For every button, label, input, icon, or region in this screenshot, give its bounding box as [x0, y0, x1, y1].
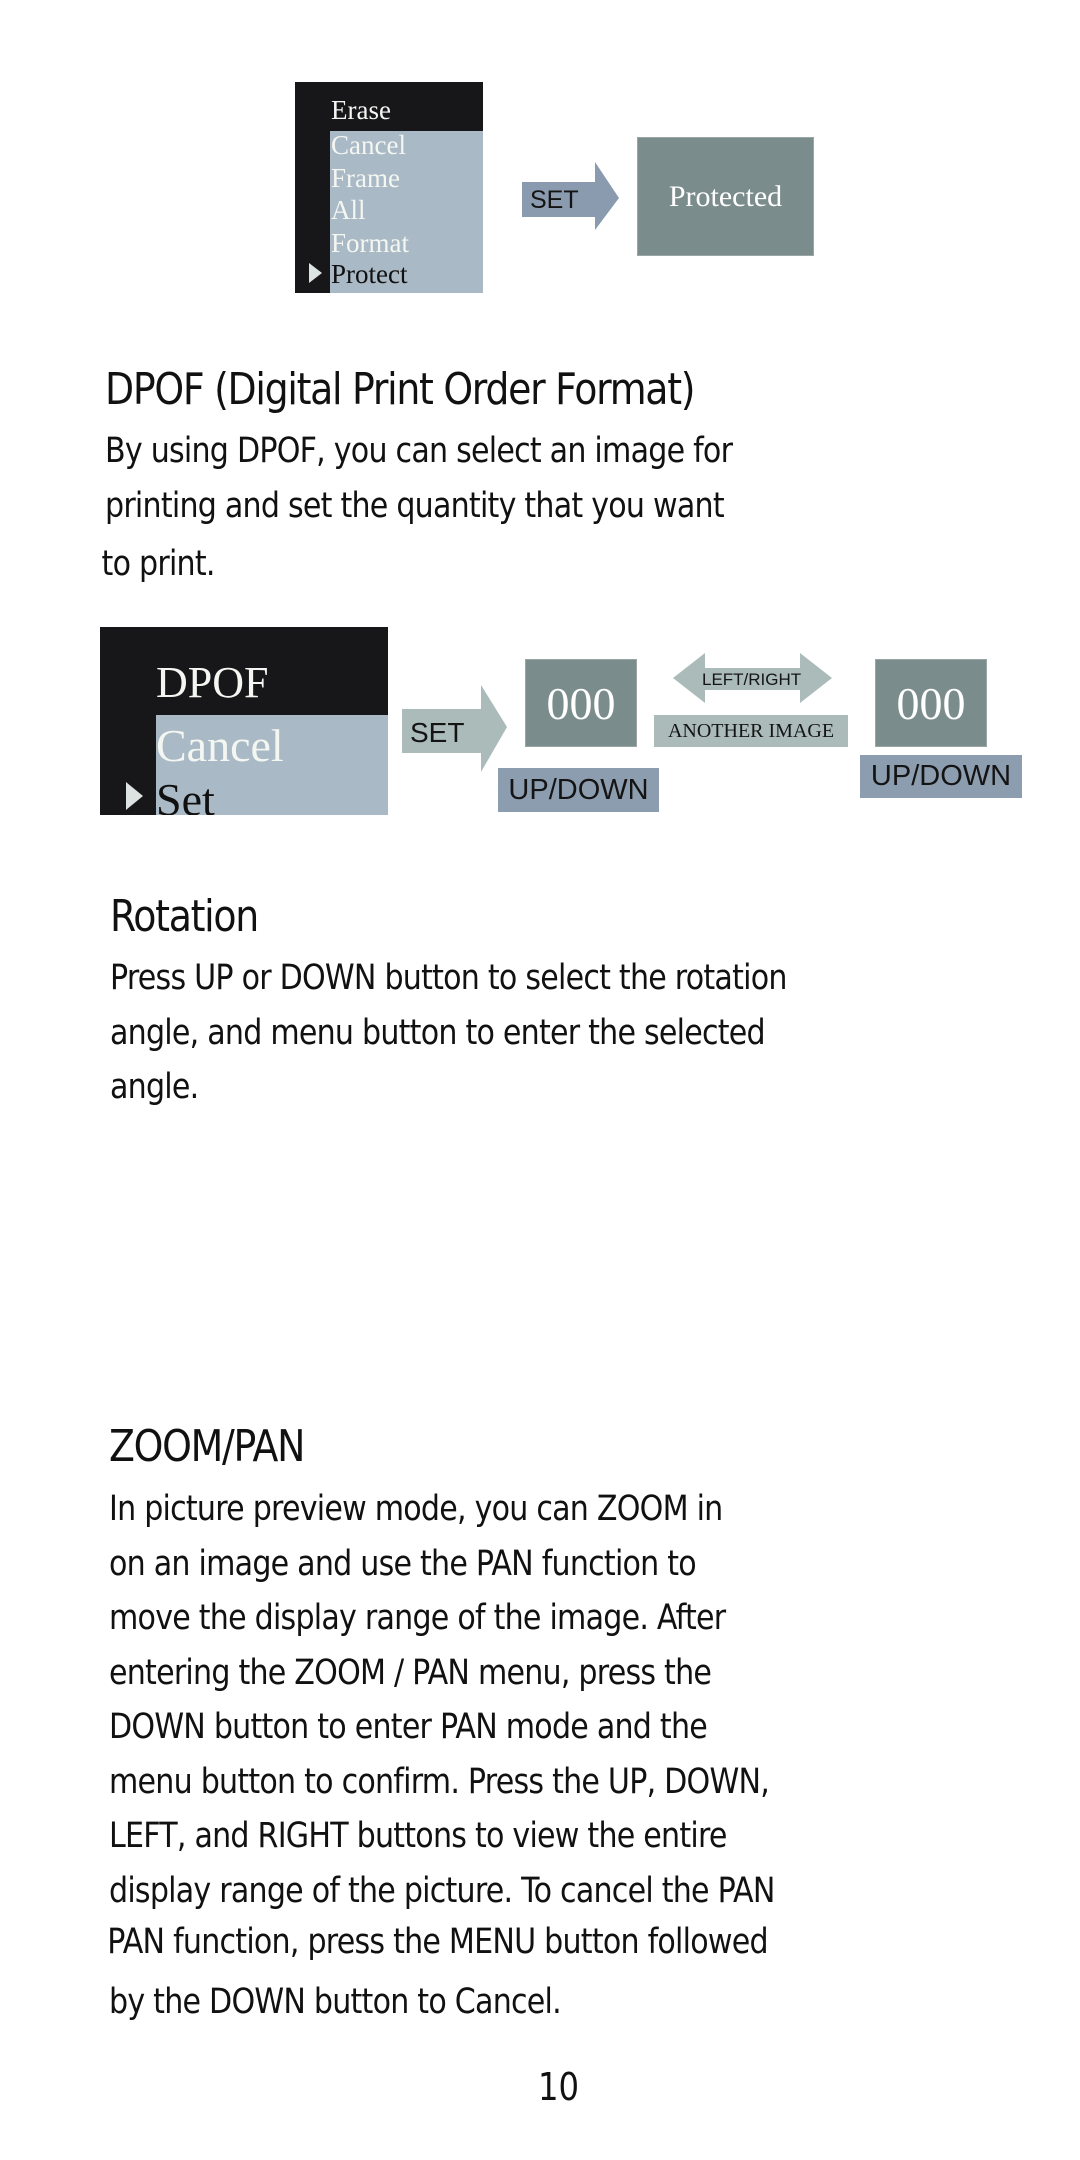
- zoom-pan-heading: ZOOM/PAN: [109, 1421, 305, 1472]
- page-number: 10: [538, 2065, 580, 2109]
- paragraph-line: LEFT, and RIGHT buttons to view the enti…: [109, 1816, 727, 1856]
- another-image-label: ANOTHER IMAGE: [654, 715, 848, 747]
- quantity-value: 000: [546, 677, 616, 729]
- left-right-label: LEFT/RIGHT: [702, 670, 802, 689]
- updown-label-text: UP/DOWN: [870, 760, 1012, 792]
- paragraph-line: DOWN button to enter PAN mode and the: [109, 1707, 708, 1747]
- dpof-paragraph: By using DPOF, you can select an image f…: [101, 424, 733, 592]
- erase-menu-item-all: All: [331, 195, 366, 225]
- paragraph-line: angle.: [110, 1067, 199, 1107]
- paragraph-line: angle, and menu button to enter the sele…: [110, 1012, 766, 1053]
- rotation-paragraph: Press UP or DOWN button to select the ro…: [110, 951, 787, 1115]
- quantity-value: 000: [896, 677, 966, 729]
- updown-label-text: UP/DOWN: [508, 773, 649, 806]
- updown-label-right: UP/DOWN: [860, 755, 1022, 798]
- another-image-text: ANOTHER IMAGE: [667, 719, 835, 742]
- set-arrow-label: SET: [410, 717, 465, 748]
- protected-screen: Protected: [637, 137, 814, 256]
- updown-label-left: UP/DOWN: [498, 768, 659, 812]
- erase-menu-item-protect: Protect: [331, 259, 408, 289]
- paragraph-line: on an image and use the PAN function to: [109, 1543, 697, 1584]
- set-arrow-label: SET: [530, 186, 579, 214]
- erase-menu-header: Erase: [331, 95, 391, 125]
- dpof-menu-item-set: Set: [156, 774, 215, 816]
- zoom-pan-paragraph: In picture preview mode, you can ZOOM in…: [107, 1482, 775, 2029]
- erase-menu-item-frame: Frame: [331, 163, 400, 193]
- selection-caret-icon: [309, 263, 322, 283]
- rotation-heading: Rotation: [110, 891, 259, 942]
- dpof-menu-item-cancel: Cancel: [156, 720, 284, 771]
- quantity-screen-left: 000: [525, 659, 637, 747]
- paragraph-line: by the DOWN button to Cancel.: [109, 1981, 562, 2022]
- erase-menu-item-cancel: Cancel: [331, 130, 406, 160]
- paragraph-line: entering the ZOOM / PAN menu, press the: [109, 1652, 712, 1693]
- erase-menu: Erase Cancel Frame All Format Protect: [295, 82, 483, 293]
- paragraph-line: printing and set the quantity that you w…: [105, 485, 725, 526]
- dpof-heading: DPOF (Digital Print Order Format): [105, 364, 696, 415]
- selection-caret-icon: [126, 782, 143, 810]
- paragraph-line: PAN function, press the MENU button foll…: [107, 1922, 768, 1962]
- dpof-menu-header: DPOF: [156, 658, 269, 707]
- paragraph-line: Press UP or DOWN button to select the ro…: [110, 958, 787, 998]
- paragraph-line: display range of the picture. To cancel …: [109, 1870, 775, 1911]
- protected-label: Protected: [668, 179, 783, 213]
- paragraph-line: menu button to confirm. Press the UP, DO…: [109, 1761, 770, 1802]
- erase-menu-item-format: Format: [331, 228, 409, 258]
- paragraph-line: move the display range of the image. Aft…: [109, 1598, 726, 1638]
- paragraph-line: By using DPOF, you can select an image f…: [105, 431, 733, 471]
- dpof-menu: DPOF Cancel Set: [100, 627, 388, 815]
- paragraph-line: to print.: [101, 544, 216, 584]
- quantity-screen-right: 000: [875, 659, 987, 747]
- paragraph-line: In picture preview mode, you can ZOOM in: [109, 1489, 723, 1529]
